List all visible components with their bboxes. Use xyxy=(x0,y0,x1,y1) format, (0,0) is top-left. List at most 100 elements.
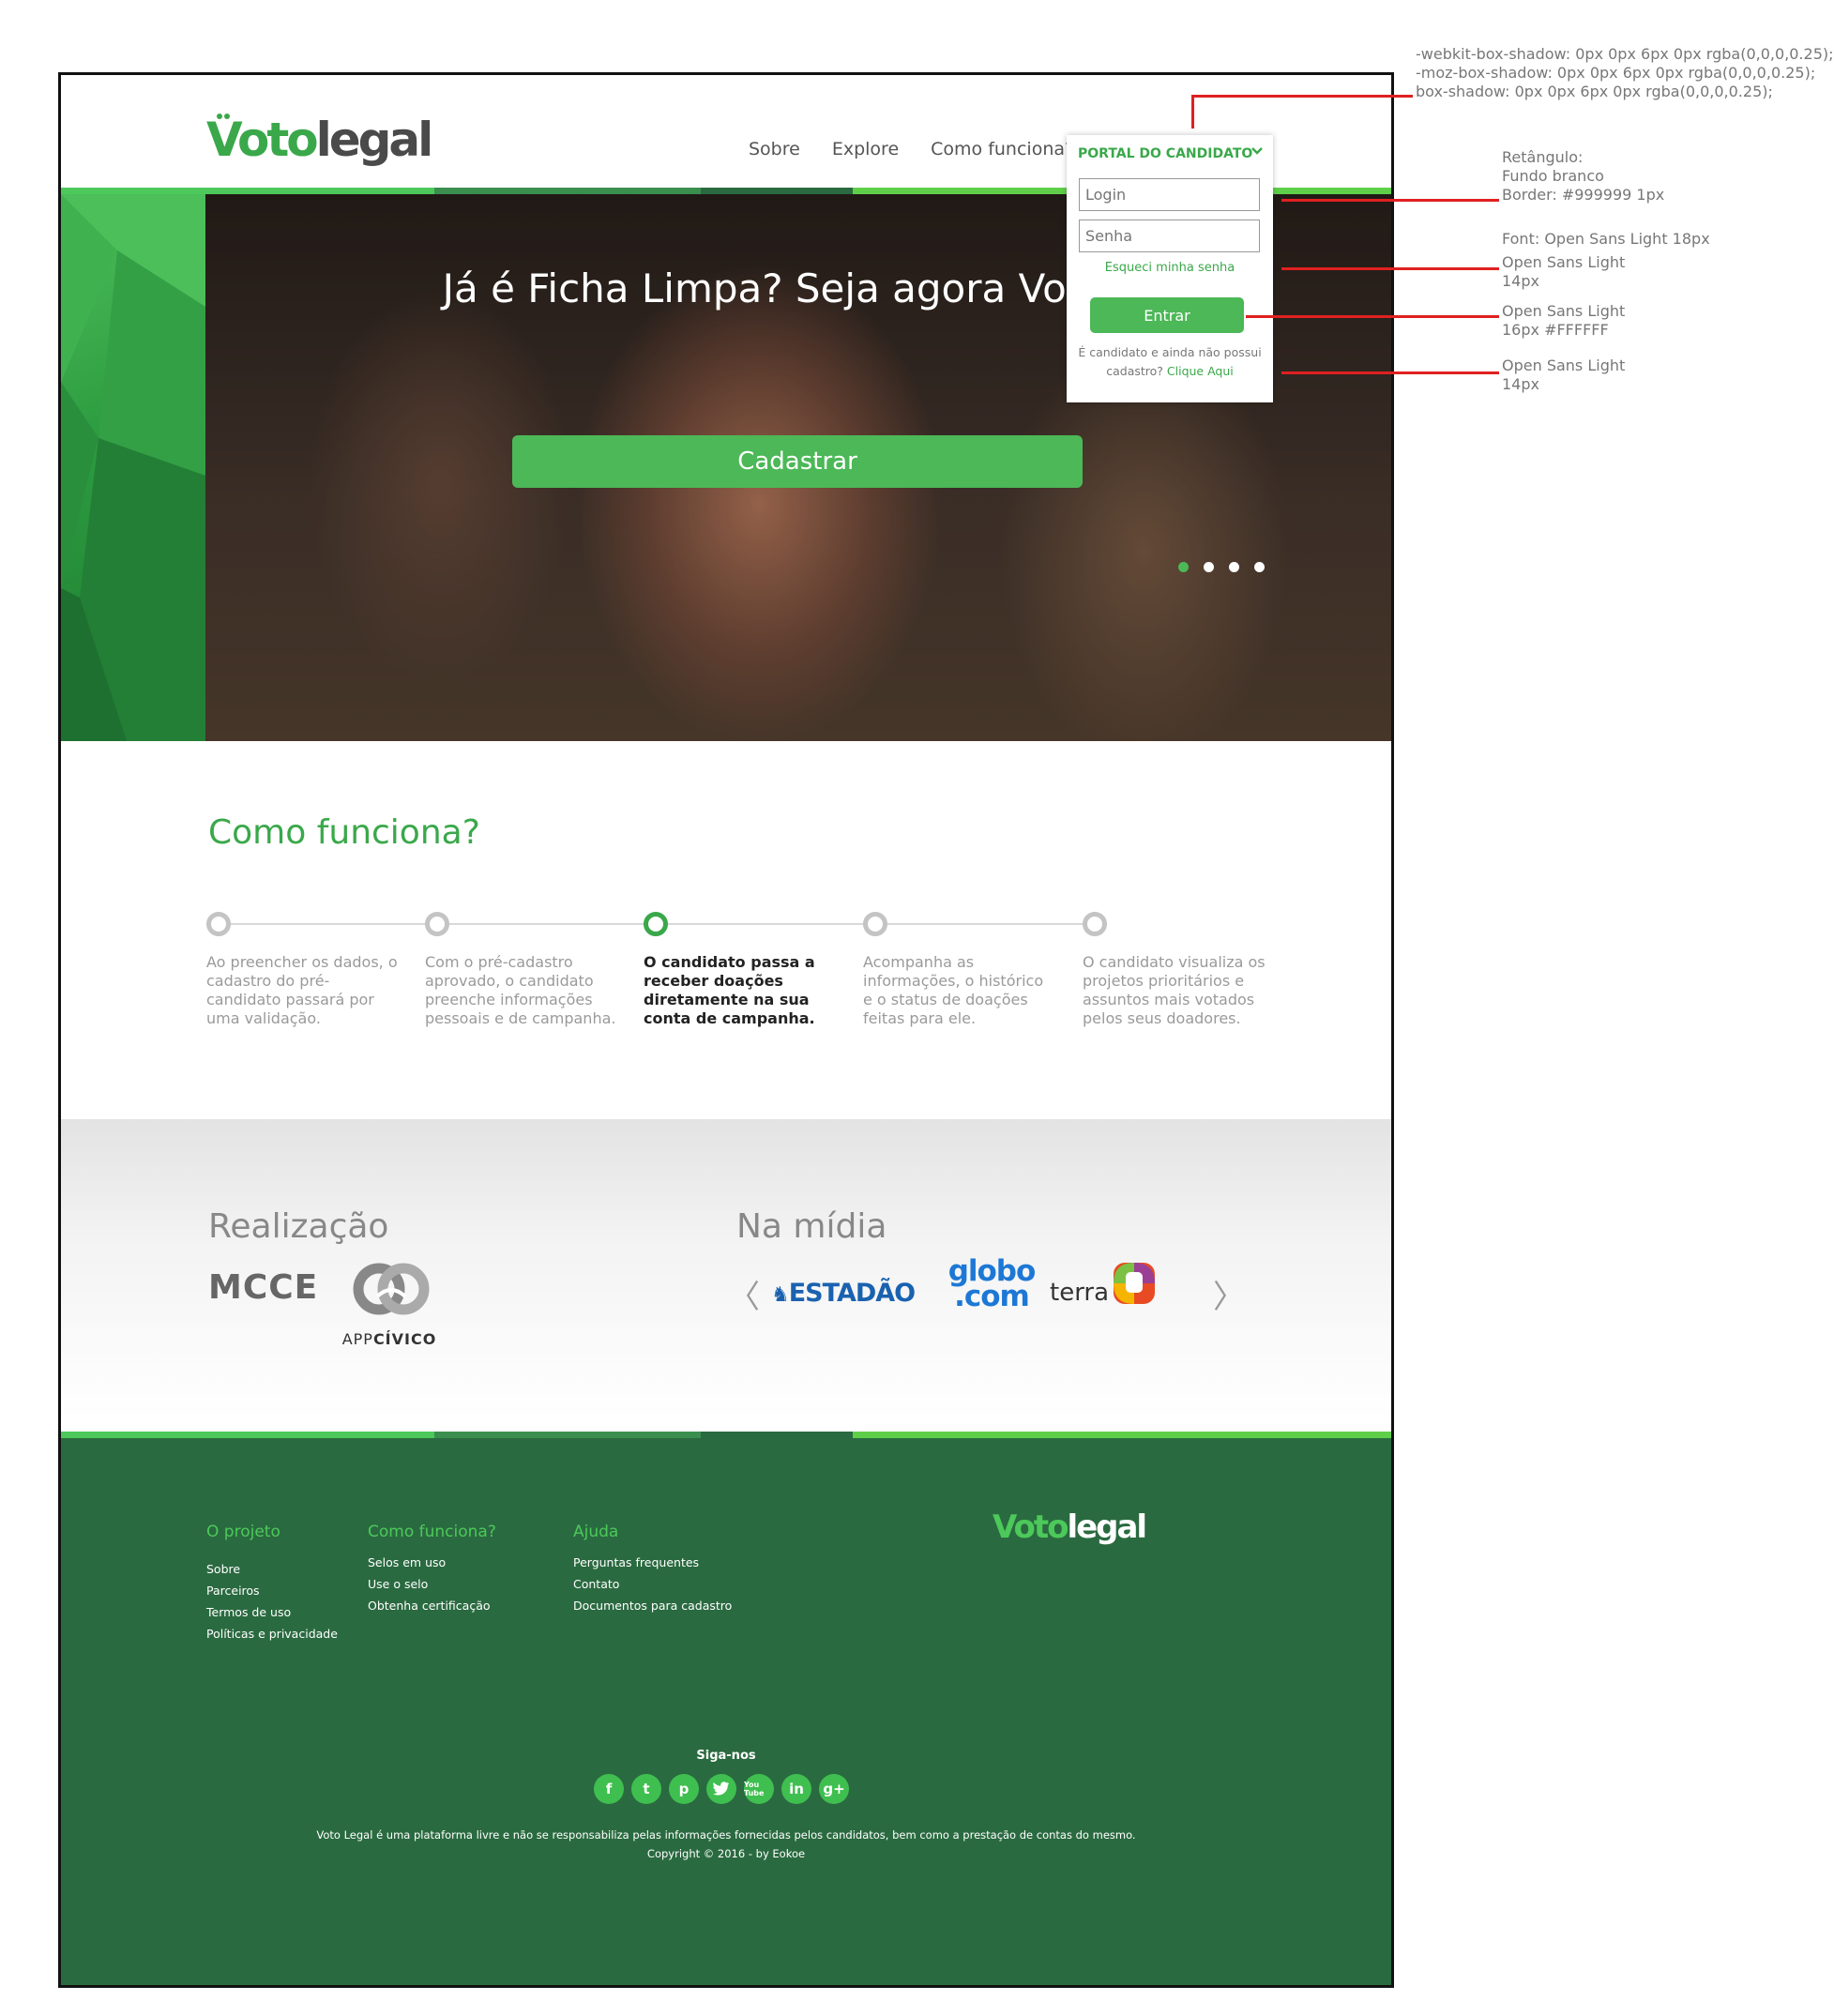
estadao-text: ESTADÃO xyxy=(788,1279,916,1308)
annotation-button-font: Open Sans Light xyxy=(1502,302,1626,320)
facebook-icon[interactable]: f xyxy=(594,1774,624,1804)
terra-logo[interactable]: terra xyxy=(1050,1279,1109,1307)
carousel-dot-4[interactable] xyxy=(1254,562,1265,572)
appcivico-civico-text: CÍVICO xyxy=(372,1330,437,1348)
annotation-forgot-font: Open Sans Light xyxy=(1502,253,1626,271)
nav-como-funciona[interactable]: Como funciona? xyxy=(931,139,1074,159)
footer-copyright: Copyright © 2016 - by Eokoe xyxy=(646,1847,806,1860)
footer-color-strip xyxy=(61,1432,1391,1438)
youtube-icon[interactable]: You Tube xyxy=(744,1774,774,1804)
footer-link-faq[interactable]: Perguntas frequentes xyxy=(573,1552,732,1573)
pinterest-icon[interactable]: p xyxy=(669,1774,699,1804)
footer-link-politicas[interactable]: Políticas e privacidade xyxy=(206,1623,338,1645)
annotation-button-size: 16px #FFFFFF xyxy=(1502,321,1609,339)
annotation-line-button xyxy=(1246,315,1499,318)
step-2-marker[interactable] xyxy=(425,912,449,936)
step-1-marker[interactable] xyxy=(206,912,231,936)
footer-link-parceiros[interactable]: Parceiros xyxy=(206,1580,338,1601)
step-4-text: Acompanha as informações, o histórico e … xyxy=(863,953,1044,1027)
appcivico-logo-text: APPCÍVICO xyxy=(335,1330,444,1348)
nav-sobre[interactable]: Sobre xyxy=(749,139,800,159)
annotation-line-forgot xyxy=(1281,267,1499,270)
annotation-button: Open Sans Light 16px #FFFFFF xyxy=(1502,302,1625,340)
carousel-dots xyxy=(1178,562,1265,572)
annotation-line-shadow-v xyxy=(1191,95,1194,129)
carousel-dot-2[interactable] xyxy=(1204,562,1214,572)
annotation-info-size: 14px xyxy=(1502,375,1539,393)
entrar-button[interactable]: Entrar xyxy=(1090,297,1244,333)
footer-col-projeto-title: O projeto xyxy=(206,1523,280,1541)
portal-candidato-toggle[interactable]: PORTAL DO CANDIDATO xyxy=(1078,146,1252,161)
step-1-text: Ao preencher os dados, o cadastro do pré… xyxy=(206,953,398,1027)
appcivico-hands-icon[interactable] xyxy=(335,1255,447,1338)
media-next-arrow[interactable]: 〉 xyxy=(1213,1271,1245,1317)
footer-col-ajuda-title: Ajuda xyxy=(573,1523,619,1541)
nav-explore[interactable]: Explore xyxy=(832,139,899,159)
footer-link-contato[interactable]: Contato xyxy=(573,1573,732,1595)
estadao-logo[interactable]: ♞ESTADÃO xyxy=(771,1279,916,1308)
globo-com-logo[interactable]: globo .com xyxy=(945,1257,1038,1311)
twitter-icon[interactable] xyxy=(706,1774,736,1804)
logo-text-legal: legal xyxy=(315,113,434,167)
footer-col-como-funciona-title: Como funciona? xyxy=(368,1523,496,1541)
na-midia-title: Na mídia xyxy=(736,1207,887,1246)
portal-candidato-dropdown: PORTAL DO CANDIDATO Esqueci minha senha … xyxy=(1067,135,1273,402)
step-3-marker[interactable] xyxy=(644,912,668,936)
footer-logo-text-voto: Voto xyxy=(993,1508,1069,1546)
twitter-bird-icon xyxy=(713,1781,729,1796)
footer-voto-legal-logo[interactable]: Voto legal xyxy=(993,1508,1147,1546)
forgot-password-link[interactable]: Esqueci minha senha xyxy=(1067,261,1273,275)
terra-cube-icon xyxy=(1114,1263,1155,1304)
footer-link-termos[interactable]: Termos de uso xyxy=(206,1601,338,1623)
footer-link-use-selo[interactable]: Use o selo xyxy=(368,1573,491,1595)
footer-link-documentos[interactable]: Documentos para cadastro xyxy=(573,1595,732,1616)
social-links: f t p You Tube in g+ xyxy=(594,1774,849,1804)
como-funciona-title: Como funciona? xyxy=(208,813,480,852)
annotation-rect-bg: Fundo branco xyxy=(1502,167,1604,185)
mcce-logo[interactable]: MCCE xyxy=(208,1268,318,1307)
tumblr-icon[interactable]: t xyxy=(631,1774,661,1804)
annotation-font: Font: Open Sans Light 18px xyxy=(1502,230,1710,248)
annotation-line-info xyxy=(1281,371,1499,374)
footer-link-certificacao[interactable]: Obtenha certificação xyxy=(368,1595,491,1616)
green-polygon-panel xyxy=(61,194,205,741)
realizacao-title: Realização xyxy=(208,1207,389,1246)
carousel-dot-3[interactable] xyxy=(1229,562,1239,572)
carousel-dot-1[interactable] xyxy=(1178,562,1189,572)
footer-link-selos[interactable]: Selos em uso xyxy=(368,1552,491,1573)
voto-legal-logo[interactable]: Voto legal xyxy=(206,111,434,167)
logo-swoosh-icon xyxy=(217,114,230,119)
step-3-text: O candidato passa a receber doações dire… xyxy=(644,953,815,1027)
footer-col-como-funciona-list: Selos em uso Use o selo Obtenha certific… xyxy=(368,1552,491,1616)
footer-disclaimer: Voto Legal é uma plataforma livre e não … xyxy=(316,1828,1136,1842)
annotation-rectangle: Retângulo: Fundo branco Border: #999999 … xyxy=(1502,148,1664,205)
footer-logo-text-legal: legal xyxy=(1067,1508,1147,1546)
linkedin-icon[interactable]: in xyxy=(781,1774,811,1804)
step-5-text: O candidato visualiza os projetos priori… xyxy=(1083,953,1266,1027)
annotation-forgot-size: 14px xyxy=(1502,272,1539,290)
media-prev-arrow[interactable]: 〈 xyxy=(728,1271,760,1317)
annotation-shadow-moz: -moz-box-shadow: 0px 0px 6px 0px rgba(0,… xyxy=(1416,64,1816,82)
clique-aqui-link[interactable]: Clique Aqui xyxy=(1167,364,1234,378)
annotation-line-rect xyxy=(1281,199,1499,202)
estadao-horse-icon: ♞ xyxy=(771,1283,790,1307)
password-input[interactable] xyxy=(1079,220,1260,252)
footer-col-ajuda-list: Perguntas frequentes Contato Documentos … xyxy=(573,1552,732,1616)
step-5-marker[interactable] xyxy=(1083,912,1107,936)
appcivico-app-text: APP xyxy=(341,1330,373,1348)
not-candidate-text: É candidato e ainda não possui cadastro?… xyxy=(1074,343,1266,381)
site-footer xyxy=(61,1438,1391,1985)
footer-link-sobre[interactable]: Sobre xyxy=(206,1558,338,1580)
cadastrar-button[interactable]: Cadastrar xyxy=(512,435,1083,488)
google-plus-icon[interactable]: g+ xyxy=(819,1774,849,1804)
annotation-rect-title: Retângulo: xyxy=(1502,148,1584,166)
step-4-marker[interactable] xyxy=(863,912,887,936)
step-2-text: Com o pré-cadastro aprovado, o candidato… xyxy=(425,953,616,1027)
annotation-rect-border: Border: #999999 1px xyxy=(1502,186,1665,204)
chevron-down-icon[interactable] xyxy=(1250,144,1264,158)
annotation-line-shadow-h xyxy=(1191,95,1413,98)
main-nav: Sobre Explore Como funciona? xyxy=(749,139,1074,159)
annotation-shadow: -webkit-box-shadow: 0px 0px 6px 0px rgba… xyxy=(1416,45,1834,101)
login-input[interactable] xyxy=(1079,178,1260,211)
annotation-shadow-standard: box-shadow: 0px 0px 6px 0px rgba(0,0,0,0… xyxy=(1416,83,1773,100)
